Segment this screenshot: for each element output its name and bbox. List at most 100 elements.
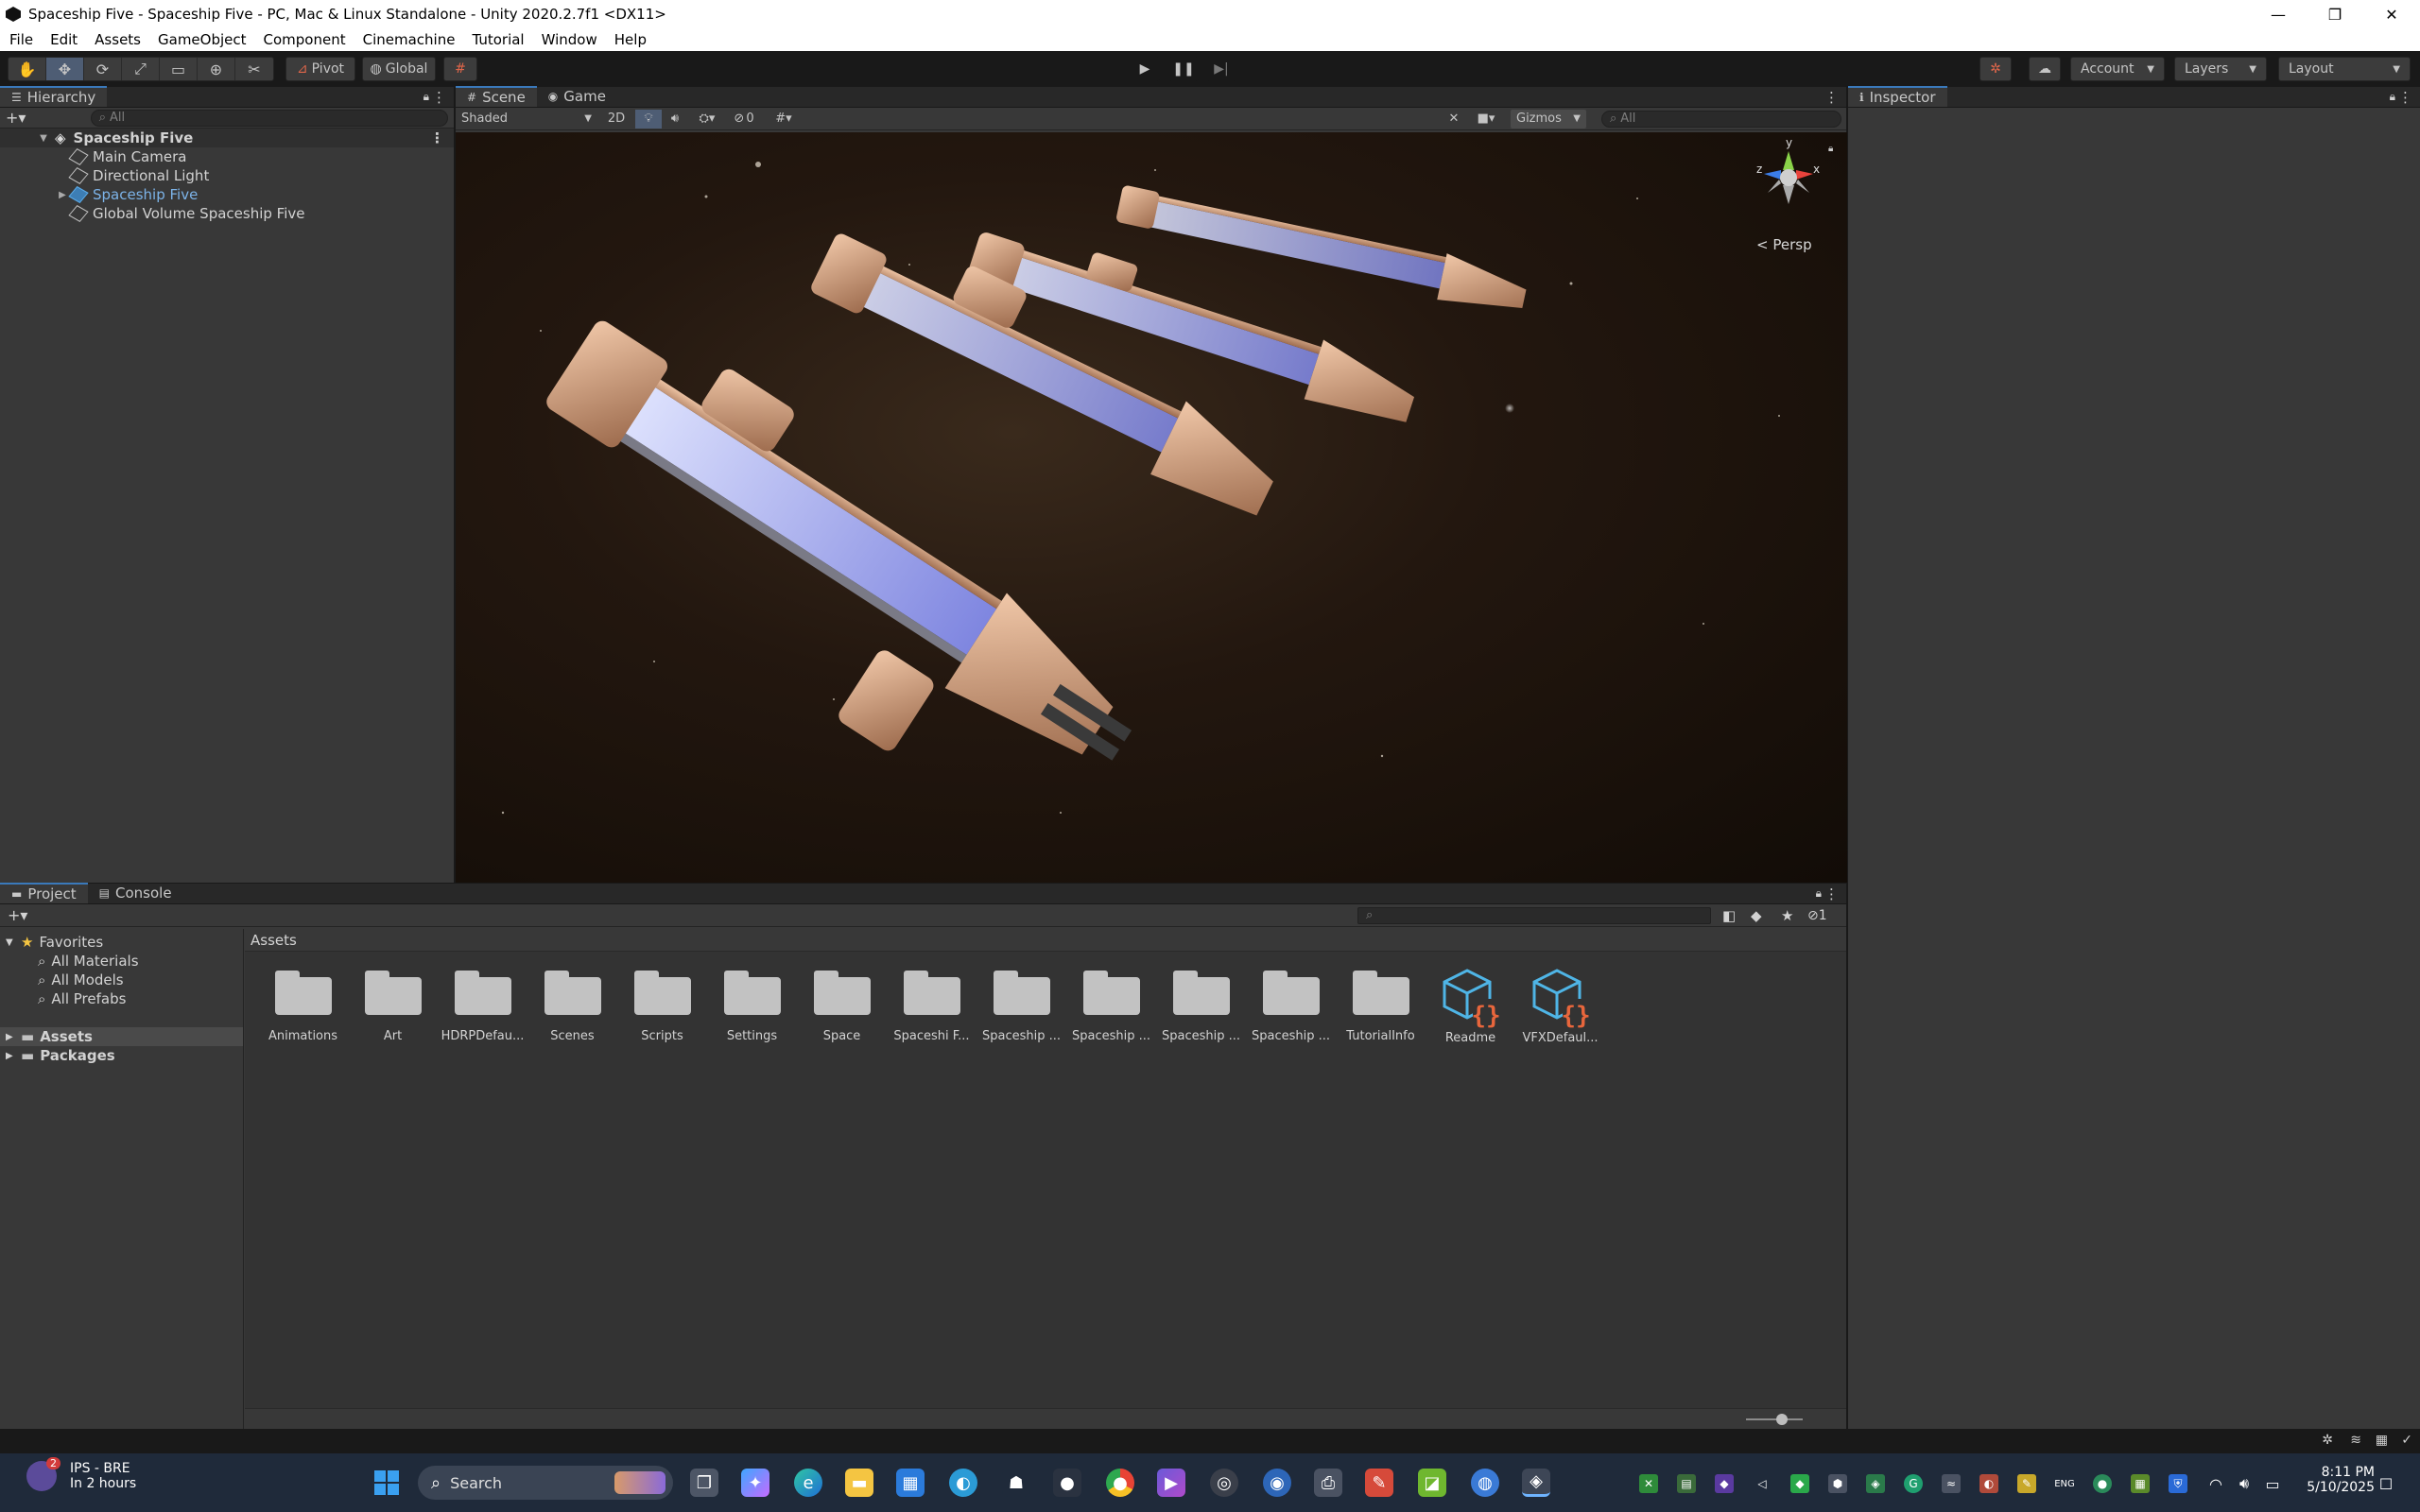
lock-icon[interactable]: 🔒︎ xyxy=(2390,90,2395,104)
camera-dropdown-icon[interactable]: ■▾ xyxy=(1469,110,1503,129)
wifi-icon[interactable]: ◠ xyxy=(2206,1474,2225,1493)
breadcrumb-assets[interactable]: Assets xyxy=(251,932,297,949)
asset-script[interactable]: {} Readme xyxy=(1426,967,1515,1045)
tray-app-icon[interactable]: ◐ xyxy=(1979,1474,1998,1493)
project-search-input[interactable]: ⌕ xyxy=(1357,906,1711,924)
favorites-star-icon[interactable]: ★ xyxy=(1781,907,1793,924)
microsoft-store-icon[interactable]: ▦ xyxy=(896,1469,925,1497)
create-button[interactable]: +▾ xyxy=(6,109,34,127)
more-options-icon[interactable]: ⋮ xyxy=(432,89,446,106)
pdf-icon[interactable]: ✎ xyxy=(1365,1469,1393,1497)
grid-icon[interactable]: ▦ xyxy=(2376,1433,2388,1448)
pivot-toggle[interactable]: ⊿ Pivot xyxy=(285,57,355,81)
hierarchy-item[interactable]: Directional Light xyxy=(0,166,454,185)
grid-toggle-icon[interactable]: #▾ xyxy=(762,110,805,129)
more-options-icon[interactable]: ⋮ xyxy=(1824,885,1839,902)
browser-globe-icon[interactable]: ◍ xyxy=(1471,1469,1499,1497)
restore-button[interactable]: ❐ xyxy=(2307,0,2363,28)
hierarchy-item[interactable]: ▶ Spaceship Five xyxy=(0,185,454,204)
file-explorer-icon[interactable]: ▬ xyxy=(845,1469,873,1497)
asset-script[interactable]: {} VFXDefaul... xyxy=(1515,967,1605,1045)
app-icon[interactable]: ◐ xyxy=(949,1469,977,1497)
hidden-packages-toggle[interactable]: ⊘1 xyxy=(1807,908,1827,923)
layers-stack-icon[interactable]: ≋ xyxy=(2350,1433,2361,1448)
assets-node[interactable]: ▶ ▬ Assets xyxy=(0,1027,243,1046)
custom-tool-icon[interactable]: ✂ xyxy=(235,58,273,80)
close-button[interactable]: ✕ xyxy=(2363,0,2420,28)
defender-icon[interactable]: ⛨ xyxy=(2169,1474,2187,1493)
filter-by-label-icon[interactable]: ◆ xyxy=(1751,907,1762,924)
hidden-objects-toggle[interactable]: ⊘ 0 xyxy=(726,110,762,129)
volume-icon[interactable]: 🔊︎ xyxy=(2235,1474,2254,1493)
tray-app-icon[interactable]: ▤ xyxy=(1677,1474,1696,1493)
favorites-item[interactable]: ⌕ All Materials xyxy=(0,952,243,971)
visual-studio-icon[interactable]: ◁ xyxy=(1753,1474,1772,1493)
lock-icon[interactable]: 🔒︎ xyxy=(1816,886,1822,901)
scene-search-input[interactable]: ⌕ All xyxy=(1601,110,1841,128)
asset-folder[interactable]: HDRPDefau... xyxy=(438,967,527,1045)
scene-menu-icon[interactable]: ⋮ xyxy=(430,129,444,146)
menu-edit[interactable]: Edit xyxy=(50,31,78,48)
move-tool-icon[interactable]: ✥ xyxy=(46,58,84,80)
clapper-icon[interactable]: ▶ xyxy=(1157,1469,1185,1497)
language-icon[interactable]: ENG xyxy=(2054,1474,2075,1493)
xbox-icon[interactable]: ✕ xyxy=(1639,1474,1658,1493)
gizmo-lock-icon[interactable]: 🔒︎ xyxy=(1828,144,1833,154)
menu-file[interactable]: File xyxy=(9,31,33,48)
account-dropdown[interactable]: Account ▼ xyxy=(2070,57,2165,81)
debug-icon[interactable]: ✲ xyxy=(2322,1433,2333,1448)
rect-tool-icon[interactable]: ▭ xyxy=(160,58,198,80)
copilot-icon[interactable]: ✦ xyxy=(741,1469,769,1497)
asset-folder[interactable]: Spaceship ... xyxy=(1246,967,1336,1045)
icon-size-slider[interactable] xyxy=(1746,1414,1803,1425)
filter-by-type-icon[interactable]: ◧ xyxy=(1722,907,1736,924)
favorites-item[interactable]: ⌕ All Models xyxy=(0,971,243,989)
menu-component[interactable]: Component xyxy=(264,31,346,48)
asset-folder[interactable]: Spaceship ... xyxy=(977,967,1066,1045)
asset-folder[interactable]: Art xyxy=(348,967,438,1045)
hand-tool-icon[interactable]: ✋ xyxy=(9,58,46,80)
audio-toggle-icon[interactable]: 🔊︎ xyxy=(662,110,688,129)
asset-folder[interactable]: TutorialInfo xyxy=(1336,967,1426,1045)
transform-tool-icon[interactable]: ⊕ xyxy=(198,58,235,80)
favorites-item[interactable]: ⌕ All Prefabs xyxy=(0,989,243,1008)
unity-taskbar-icon[interactable]: ◈ xyxy=(1522,1469,1550,1497)
global-toggle[interactable]: ◍ Global xyxy=(362,57,436,81)
asset-folder[interactable]: Spaceship ... xyxy=(1066,967,1156,1045)
menu-tutorial[interactable]: Tutorial xyxy=(472,31,524,48)
gizmos-dropdown[interactable]: Gizmos ▼ xyxy=(1511,109,1586,129)
asset-folder[interactable]: Settings xyxy=(707,967,797,1045)
tray-app-icon[interactable]: ≈ xyxy=(1942,1474,1961,1493)
cloud-button[interactable]: ☁ xyxy=(2029,57,2061,81)
play-button[interactable]: ▶ xyxy=(1130,57,1160,81)
windows-start-icon[interactable] xyxy=(372,1469,401,1497)
asset-folder[interactable]: Scripts xyxy=(617,967,707,1045)
tab-hierarchy[interactable]: ☰ Hierarchy xyxy=(0,86,108,107)
packages-node[interactable]: ▶ ▬ Packages xyxy=(0,1046,243,1065)
effects-toggle-icon[interactable]: ⛭▾ xyxy=(688,110,726,129)
hierarchy-item[interactable]: Main Camera xyxy=(0,147,454,166)
taskbar-search-box[interactable]: ⌕ Search xyxy=(418,1466,673,1500)
grid-snap-button[interactable]: # xyxy=(443,57,477,81)
mic-icon[interactable]: ⎙ xyxy=(1314,1469,1342,1497)
tab-console[interactable]: ▤ Console xyxy=(88,883,183,903)
toggle-2d-button[interactable]: 2D xyxy=(601,110,631,129)
lock-icon[interactable]: 🔒︎ xyxy=(424,90,429,104)
create-asset-button[interactable]: +▾ xyxy=(0,906,27,924)
tab-project[interactable]: ▬ Project xyxy=(0,883,88,903)
persp-toggle[interactable]: < Persp xyxy=(1756,236,1812,253)
hierarchy-item[interactable]: Global Volume Spaceship Five xyxy=(0,204,454,223)
obs-icon[interactable]: ◎ xyxy=(1210,1469,1238,1497)
tab-scene[interactable]: # Scene xyxy=(456,86,537,107)
expand-arrow-icon[interactable]: ▼ xyxy=(6,937,21,948)
slider-thumb[interactable] xyxy=(1776,1414,1788,1425)
step-button[interactable]: ▶| xyxy=(1206,57,1236,81)
tray-app-icon[interactable]: ▦ xyxy=(2131,1474,2150,1493)
asset-folder[interactable]: Space xyxy=(797,967,887,1045)
chrome-icon[interactable]: ● xyxy=(1106,1469,1134,1497)
tray-app-icon[interactable]: ⬢ xyxy=(1828,1474,1847,1493)
notification-icon[interactable]: ☐ xyxy=(2377,1474,2395,1493)
grammarly-icon[interactable]: G xyxy=(1904,1474,1923,1493)
asset-folder[interactable]: Animations xyxy=(258,967,348,1045)
asset-folder[interactable]: Spaceshi F... xyxy=(887,967,977,1045)
